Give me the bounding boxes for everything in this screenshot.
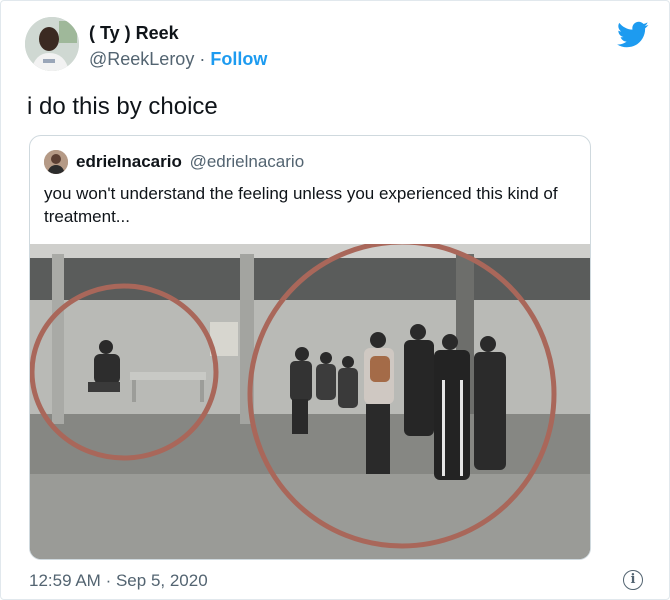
quoted-tweet[interactable]: edrielnacario @edrielnacario you won't u…	[29, 135, 591, 560]
quoted-author-name[interactable]: edrielnacario	[76, 152, 182, 171]
author-avatar-image	[25, 17, 79, 71]
photo-pillar-left	[52, 254, 64, 424]
tweet-text: i do this by choice	[27, 93, 218, 120]
photo-bench-leg	[132, 380, 136, 402]
photo-lone-person-body	[94, 354, 120, 384]
quoted-author-line: edrielnacario @edrielnacario	[76, 152, 304, 172]
photo-bench-lone	[130, 372, 206, 380]
photo-bench-leg	[200, 380, 204, 402]
quoted-avatar-image	[44, 150, 68, 174]
separator-dot: ·	[199, 49, 206, 69]
tweet-date: Sep 5, 2020	[115, 571, 208, 590]
tweet-timestamp[interactable]: 12:59 AM · Sep 5, 2020	[29, 571, 208, 591]
quoted-tweet-text: you won't understand the feeling unless …	[44, 184, 558, 226]
info-icon[interactable]: i	[623, 570, 643, 590]
author-handle[interactable]: @ReekLeroy	[89, 49, 194, 69]
photo-lone-person-legs	[88, 382, 120, 392]
tweet-card: ( Ty ) Reek @ReekLeroy · Follow i do thi…	[0, 0, 670, 600]
author-name[interactable]: ( Ty ) Reek	[89, 23, 179, 44]
follow-button[interactable]: Follow	[210, 49, 267, 69]
quoted-photo[interactable]	[30, 244, 590, 559]
photo-ceiling	[30, 244, 590, 258]
quoted-author-handle[interactable]: @edrielnacario	[190, 152, 305, 171]
author-handle-row: @ReekLeroy · Follow	[89, 49, 267, 70]
author-avatar[interactable]	[25, 17, 79, 71]
twitter-bird-icon[interactable]	[617, 21, 649, 49]
quoted-author-avatar[interactable]	[44, 150, 68, 174]
photo-lone-person-head	[99, 340, 113, 354]
timestamp-separator: ·	[105, 571, 112, 590]
tweet-time: 12:59 AM	[29, 571, 101, 590]
photo-windows	[30, 258, 590, 300]
